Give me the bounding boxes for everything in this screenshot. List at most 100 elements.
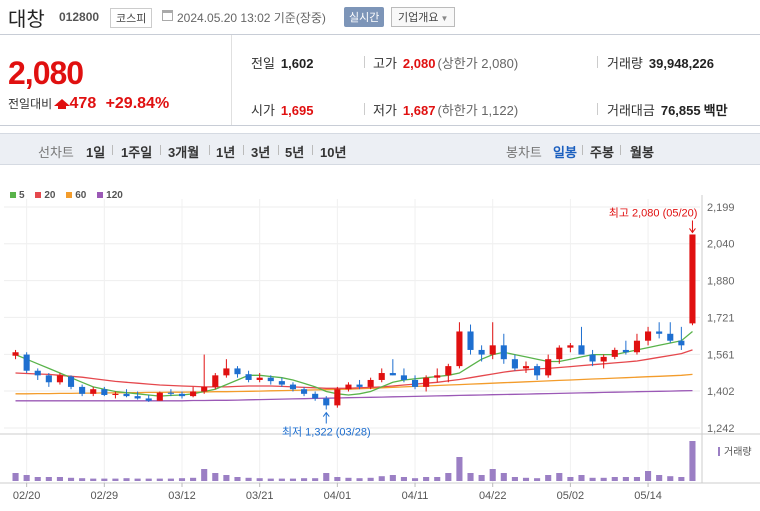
- candle-body: [256, 377, 263, 380]
- volume-bar: [534, 478, 541, 481]
- high-cell: 고가 2,080 (상한가 2,080): [373, 53, 518, 72]
- stock-header: 대창 012800 코스피 2024.05.20 13:02 기준(장중) 실시…: [0, 0, 760, 32]
- stock-name: 대창: [8, 9, 45, 31]
- volume-bar: [45, 477, 52, 481]
- divider: [620, 145, 621, 155]
- change-value: 478: [69, 95, 97, 112]
- divider: [278, 145, 279, 155]
- volume-bar: [600, 477, 607, 481]
- candle-body: [511, 359, 518, 369]
- candle-body: [245, 374, 252, 380]
- company-info-dropdown[interactable]: 기업개요 ▼: [391, 7, 456, 27]
- tab-5y[interactable]: 5년: [285, 142, 304, 161]
- candle-body: [156, 392, 163, 401]
- candle-body: [101, 389, 108, 395]
- x-tick-label: 03/12: [168, 490, 196, 502]
- y-tick-label: 1,721: [707, 312, 735, 324]
- volume-bar: [633, 477, 641, 481]
- volume-bar: [434, 477, 441, 481]
- candle-body: [633, 340, 641, 353]
- volume-bar: [223, 475, 230, 481]
- volume-bar: [456, 457, 463, 481]
- open-label: 시가: [251, 103, 275, 118]
- volume-bar: [267, 478, 274, 481]
- x-tick-label: 04/22: [479, 490, 507, 502]
- candle-body: [489, 345, 496, 355]
- high-value: 2,080: [402, 56, 436, 71]
- tab-daily[interactable]: 일봉: [553, 142, 577, 161]
- realtime-button[interactable]: 실시간: [344, 7, 385, 27]
- tab-3y[interactable]: 3년: [251, 142, 270, 161]
- volume-bar: [678, 477, 685, 481]
- candle-body: [667, 333, 674, 341]
- up-arrow-body: [58, 104, 67, 109]
- low-value: 1,687: [402, 103, 436, 118]
- tab-weekly[interactable]: 주봉: [590, 142, 614, 161]
- candle-body: [45, 375, 52, 383]
- volume-bar: [611, 477, 618, 481]
- x-tick-label: 04/01: [324, 490, 352, 502]
- volume-bar: [378, 476, 385, 481]
- candle-body: [411, 379, 419, 387]
- tab-3m[interactable]: 3개월: [168, 142, 199, 161]
- ma5-line: [15, 330, 693, 397]
- tab-line-chart[interactable]: 선차트: [38, 142, 74, 161]
- volume-bar: [178, 478, 186, 481]
- candle-body: [278, 381, 285, 385]
- high-label: 고가: [373, 56, 397, 71]
- amount-label: 거래대금: [607, 103, 655, 118]
- candle-body: [90, 389, 97, 394]
- candle-body: [112, 393, 119, 395]
- prev-close-cell: 전일 1,602: [251, 53, 313, 72]
- divider: [243, 145, 244, 155]
- volume-legend-swatch: [718, 447, 720, 456]
- candle-body: [301, 389, 308, 394]
- period-tabbar: 선차트 1일 1주일 3개월 1년 3년 5년 10년 봉차트 일봉 주봉 월봉: [0, 133, 760, 165]
- volume-bar: [689, 441, 696, 481]
- tab-candle-chart[interactable]: 봉차트: [506, 142, 542, 161]
- candle-body: [578, 345, 585, 355]
- volume-bar: [411, 478, 419, 481]
- candle-body: [356, 384, 363, 387]
- amount-value: 76,855: [660, 103, 701, 118]
- tab-10y[interactable]: 10년: [320, 142, 346, 161]
- tab-1w[interactable]: 1주일: [121, 142, 152, 161]
- low-annotation: 최저 1,322 (03/28): [282, 426, 371, 439]
- tab-1d[interactable]: 1일: [86, 142, 105, 161]
- candle-body: [445, 366, 452, 376]
- volume-bar: [467, 473, 474, 481]
- open-cell: 시가 1,695: [251, 100, 313, 119]
- x-tick-label: 04/11: [402, 490, 429, 502]
- candle-body: [289, 384, 297, 390]
- candle-body: [267, 377, 274, 382]
- volume-bar: [522, 477, 530, 481]
- candle-body: [611, 349, 618, 357]
- volume-bar: [356, 478, 363, 481]
- volume-bar: [423, 477, 430, 481]
- candle-body: [567, 345, 574, 348]
- candle-body: [423, 377, 430, 387]
- tab-monthly[interactable]: 월봉: [630, 142, 654, 161]
- volume-bar: [34, 477, 41, 481]
- candle-body: [178, 393, 186, 397]
- volume-bar: [256, 478, 263, 481]
- volume-bar: [12, 473, 19, 481]
- tab-1y[interactable]: 1년: [216, 142, 235, 161]
- x-tick-label: 03/21: [246, 490, 274, 502]
- volume-bar: [345, 477, 352, 481]
- candle-body: [534, 366, 541, 376]
- x-tick-label: 02/29: [91, 490, 119, 502]
- volume-bar: [656, 475, 663, 481]
- candle-body: [12, 352, 19, 356]
- volume-bar: [156, 478, 163, 481]
- y-tick-label: 1,880: [707, 276, 735, 288]
- volume-bar: [323, 473, 330, 481]
- volume-bar: [589, 477, 596, 481]
- candle-body: [678, 340, 685, 346]
- candlestick-chart[interactable]: 거래량 2,199 2,040 1,880 1,721 1,561 1,402 1,242 0…: [0, 185, 760, 511]
- amount-unit: 백만: [703, 103, 728, 118]
- volume-bar: [245, 477, 252, 481]
- low-label: 저가: [373, 103, 397, 118]
- candle-body: [556, 347, 563, 360]
- current-price-box: 2,080 전일대비 478 +29.84%: [0, 35, 232, 125]
